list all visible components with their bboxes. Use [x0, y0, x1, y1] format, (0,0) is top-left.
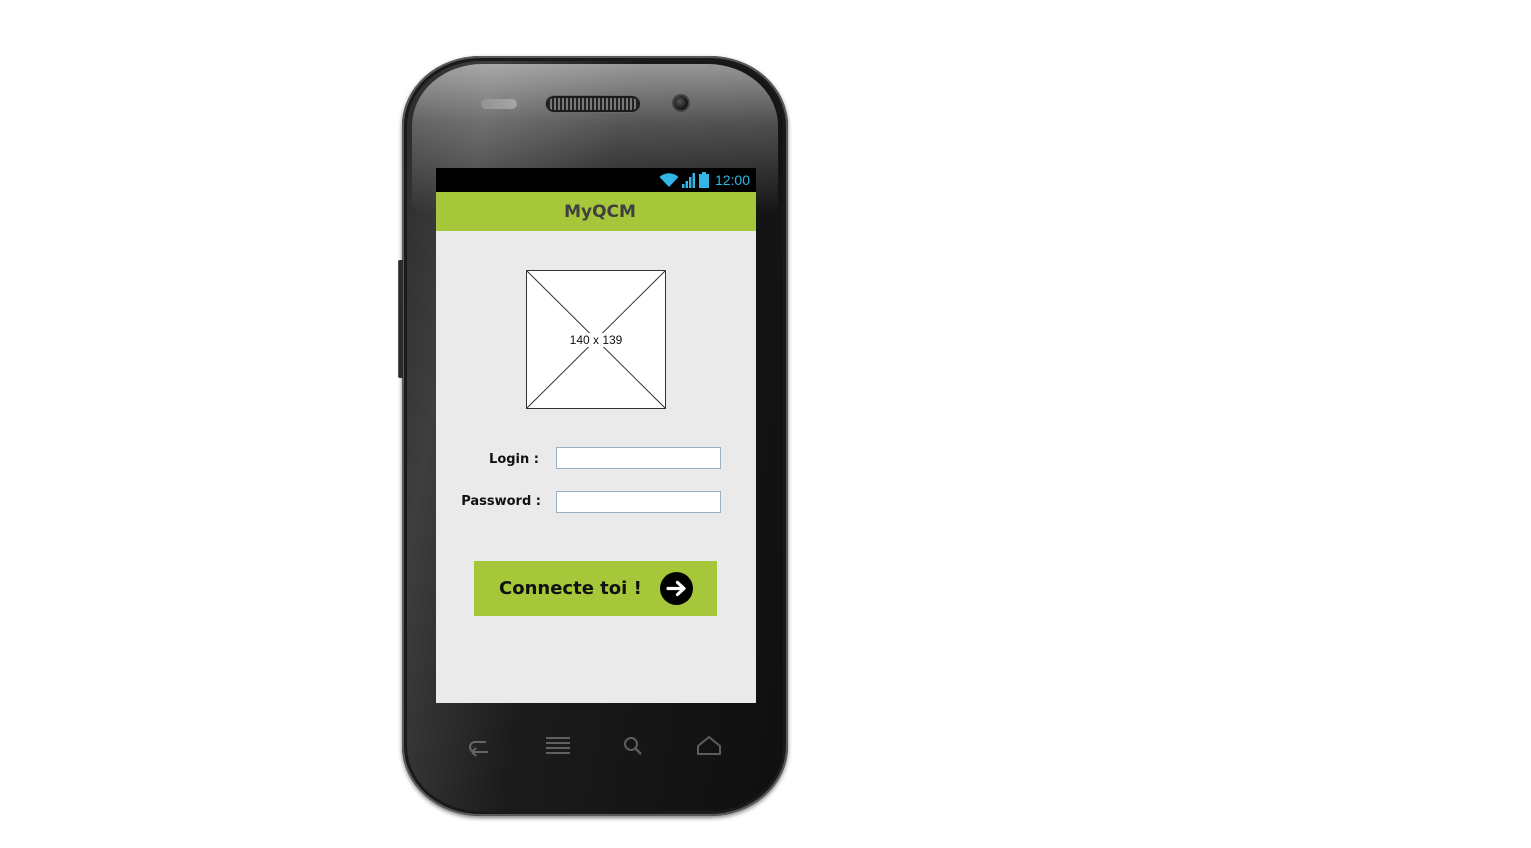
- front-camera: [674, 96, 688, 110]
- password-label: Password :: [461, 494, 541, 509]
- proximity-sensor: [481, 99, 517, 109]
- earpiece-speaker: [548, 98, 638, 110]
- connect-button-label: Connecte toi !: [499, 578, 642, 599]
- arrow-right-circle-icon: [660, 572, 693, 605]
- login-input[interactable]: [556, 447, 721, 469]
- app-bar: MyQCM: [436, 192, 756, 231]
- home-icon[interactable]: [696, 734, 724, 758]
- signal-icon: [681, 173, 695, 188]
- search-icon[interactable]: [621, 734, 649, 758]
- phone-screen: 12:00 MyQCM 140 x 139 Login : Password :…: [436, 168, 756, 703]
- status-icons: 12:00: [659, 171, 750, 189]
- canvas: 12:00 MyQCM 140 x 139 Login : Password :…: [0, 0, 1531, 848]
- back-icon[interactable]: [466, 734, 494, 758]
- battery-icon: [698, 172, 709, 188]
- login-label: Login :: [489, 452, 539, 467]
- app-title: MyQCM: [564, 201, 636, 222]
- image-size-text: 140 x 139: [568, 333, 624, 347]
- connect-button[interactable]: Connecte toi !: [474, 561, 717, 616]
- wifi-icon: [659, 173, 679, 187]
- menu-icon[interactable]: [545, 734, 573, 758]
- status-bar: 12:00: [436, 168, 756, 192]
- image-size-label: 140 x 139: [527, 333, 665, 347]
- status-time: 12:00: [714, 172, 750, 188]
- side-volume-button: [398, 260, 403, 378]
- logo-image-placeholder: 140 x 139: [526, 270, 666, 409]
- password-input[interactable]: [556, 491, 721, 513]
